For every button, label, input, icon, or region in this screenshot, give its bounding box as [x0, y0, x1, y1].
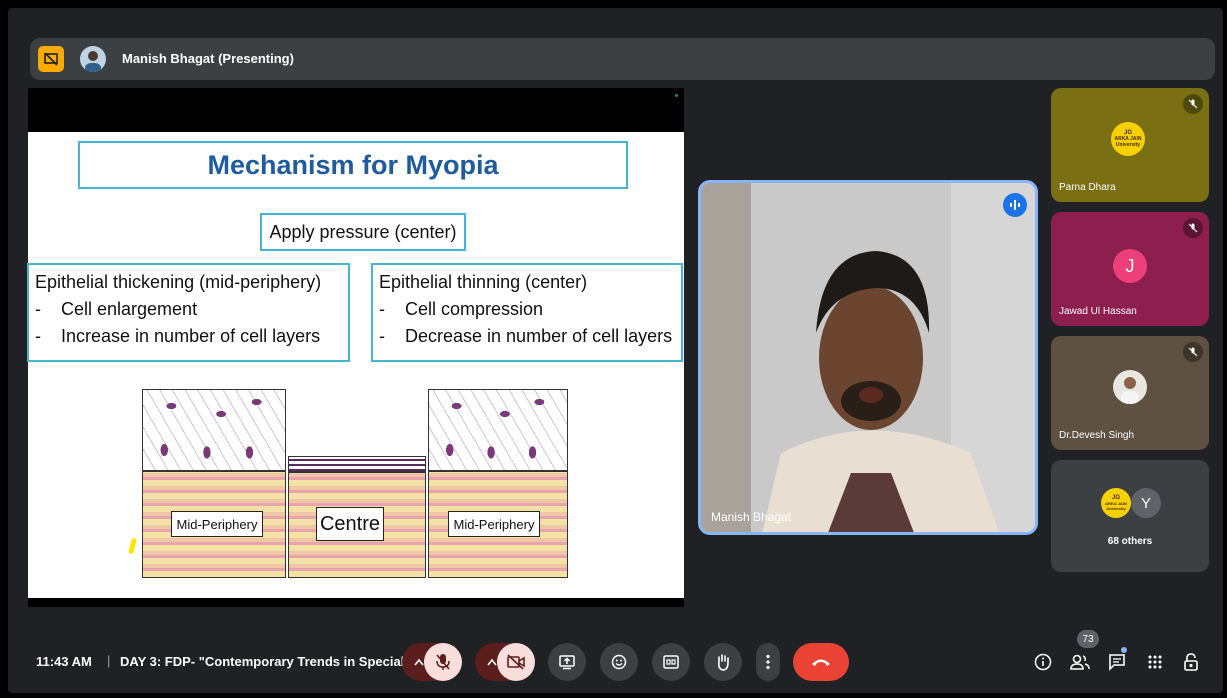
leave-call-button[interactable] [793, 643, 849, 681]
lock-person-icon [1184, 653, 1198, 671]
slide-content: Mechanism for Myopia Apply pressure (cen… [27, 132, 684, 598]
apply-pressure-text: Apply pressure (center) [269, 221, 457, 242]
more-vert-icon [766, 654, 770, 670]
reactions-button[interactable] [600, 643, 638, 681]
bottom-control-bar: 11:43 AM | DAY 3: FDP- "Contemporary Tre… [8, 630, 1223, 693]
people-count: 73 [1082, 633, 1094, 645]
participant-name: Parna Dhara [1059, 182, 1116, 193]
meeting-title: DAY 3: FDP- "Contemporary Trends in Spec… [120, 654, 416, 669]
presenting-bar: Manish Bhagat (Presenting) [30, 38, 1215, 80]
title-separator: | [107, 653, 111, 668]
camera-off-icon [507, 654, 525, 670]
mic-off-icon [1183, 342, 1203, 362]
presenter-name: Manish Bhagat (Presenting) [122, 51, 294, 66]
org-logo-avatar: JG ARKA JAIN University [1101, 488, 1131, 518]
slide-title: Mechanism for Myopia [207, 149, 499, 180]
thickening-item: Increase in number of cell layers [61, 326, 321, 346]
speaking-indicator-icon [1003, 193, 1027, 217]
speaker-video [701, 183, 1035, 532]
people-count-badge: 73 [1077, 630, 1099, 648]
others-count-label: 68 others [1107, 536, 1153, 547]
label-centre: Centre [316, 507, 384, 541]
camera-group [475, 643, 535, 681]
photo-avatar [1113, 370, 1147, 404]
pointer-mark [128, 537, 137, 555]
mid-periphery-epithelium-right [428, 389, 568, 471]
captions-button[interactable] [652, 643, 690, 681]
mid-periphery-epithelium-left [142, 389, 286, 471]
thickening-box: Epithelial thickening (mid-periphery) -C… [27, 263, 350, 362]
mic-group [402, 643, 462, 681]
thinning-item: Decrease in number of cell layers [405, 326, 673, 346]
participant-tile[interactable]: Dr.Devesh Singh [1051, 336, 1209, 450]
bullet-dash: - [379, 326, 385, 346]
chevron-up-icon [414, 658, 424, 666]
people-button[interactable] [1069, 651, 1091, 673]
no-present-icon [44, 52, 58, 66]
host-controls-button[interactable] [1180, 651, 1202, 673]
more-options-button[interactable] [756, 643, 780, 681]
presentation-badge[interactable] [38, 46, 64, 72]
mic-off-icon [1183, 218, 1203, 238]
org-logo-line2: University [1106, 506, 1126, 511]
org-logo-avatar: JG ARKA JAIN University [1111, 122, 1145, 156]
presentation-slide: Mechanism for Myopia Apply pressure (cen… [27, 88, 684, 607]
centre-epithelium [288, 456, 426, 472]
camera-toggle-button[interactable] [497, 643, 535, 681]
emoji-icon [611, 654, 627, 670]
apply-pressure-box: Apply pressure (center) [260, 213, 466, 251]
hang-up-icon [812, 659, 830, 666]
chat-icon [1109, 654, 1125, 671]
mic-off-icon [1183, 94, 1203, 114]
apps-grid-icon [1148, 655, 1162, 669]
bullet-dash: - [35, 326, 41, 346]
participant-name: Dr.Devesh Singh [1059, 430, 1135, 441]
info-icon [1034, 653, 1052, 671]
thickening-heading: Epithelial thickening (mid-periphery) [35, 272, 322, 292]
main-video-name: Manish Bhagat [711, 510, 792, 524]
captions-icon [663, 655, 679, 669]
thickening-item: Cell enlargement [61, 299, 198, 319]
participant-tile[interactable]: JG ARKA JAIN University Parna Dhara [1051, 88, 1209, 202]
thinning-item: Cell compression [405, 299, 544, 319]
bullet-dash: - [35, 299, 41, 319]
label-mid-periphery-right: Mid-Periphery [448, 511, 540, 537]
initial-avatar: Y [1131, 488, 1161, 518]
present-button[interactable] [548, 643, 586, 681]
slide-title-box: Mechanism for Myopia [78, 141, 628, 189]
label-mid-periphery-left: Mid-Periphery [171, 511, 263, 537]
avatar-initial: J [1125, 255, 1135, 276]
others-tile[interactable]: JG ARKA JAIN University Y 68 others [1051, 460, 1209, 572]
meeting-details-button[interactable] [1032, 651, 1054, 673]
mic-toggle-button[interactable] [424, 643, 462, 681]
people-icon [1070, 654, 1090, 670]
thinning-box: Epithelial thinning (center) - Cell compr… [371, 263, 683, 362]
clock: 11:43 AM [36, 654, 92, 669]
main-video-tile[interactable]: Manish Bhagat [698, 180, 1038, 535]
participant-tile[interactable]: J Jawad Ul Hassan [1051, 212, 1209, 326]
raise-hand-button[interactable] [704, 643, 742, 681]
mic-off-icon [436, 654, 450, 670]
chevron-up-icon [487, 658, 497, 666]
chat-button[interactable] [1106, 651, 1128, 673]
participant-name: Jawad Ul Hassan [1059, 306, 1137, 317]
activities-button[interactable] [1144, 651, 1166, 673]
chat-notification-dot [1121, 647, 1127, 653]
avatar-initial: Y [1140, 494, 1151, 512]
bullet-dash: - [379, 299, 385, 319]
meet-window: Manish Bhagat (Presenting) Mechanism for… [8, 8, 1223, 693]
present-screen-icon [559, 655, 575, 670]
presenter-avatar [80, 46, 106, 72]
thinning-heading: Epithelial thinning (center) [379, 272, 588, 292]
initial-avatar: J [1113, 249, 1147, 283]
hand-icon [718, 654, 729, 671]
org-logo-line2: University [1115, 142, 1141, 148]
